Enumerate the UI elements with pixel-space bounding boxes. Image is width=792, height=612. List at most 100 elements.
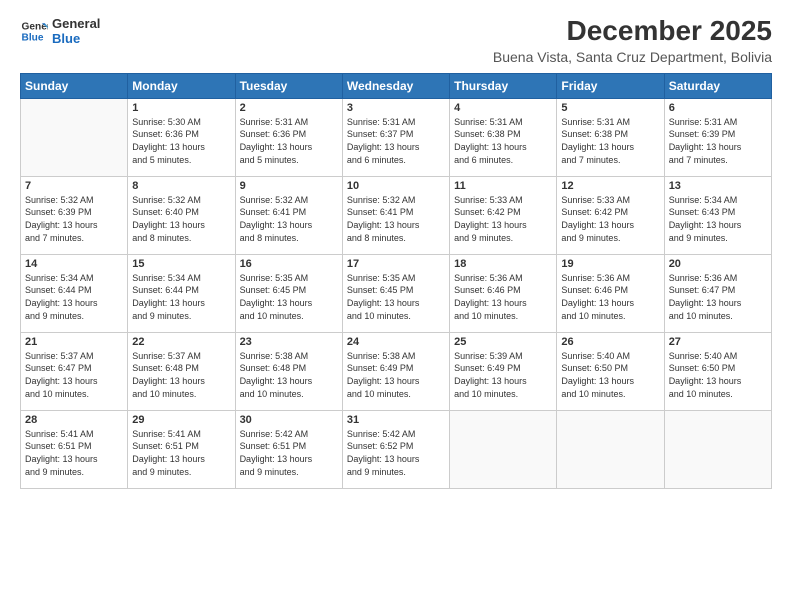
calendar-cell: 28Sunrise: 5:41 AMSunset: 6:51 PMDayligh…	[21, 410, 128, 488]
day-info: Sunrise: 5:35 AMSunset: 6:45 PMDaylight:…	[347, 272, 445, 322]
calendar-cell: 2 Sunrise: 5:31 AMSunset: 6:36 PMDaylight…	[235, 98, 342, 176]
calendar-cell: 5 Sunrise: 5:31 AMSunset: 6:38 PMDaylight…	[557, 98, 664, 176]
day-number: 5	[561, 102, 659, 114]
calendar-cell: 11Sunrise: 5:33 AMSunset: 6:42 PMDayligh…	[450, 176, 557, 254]
day-number: 23	[240, 336, 338, 348]
logo-icon: General Blue	[20, 17, 48, 45]
day-number: 2	[240, 102, 338, 114]
day-number: 15	[132, 258, 230, 270]
day-info: Sunrise: 5:42 AMSunset: 6:52 PMDaylight:…	[347, 428, 445, 478]
day-number: 13	[669, 180, 767, 192]
calendar-cell: 8 Sunrise: 5:32 AMSunset: 6:40 PMDaylight…	[128, 176, 235, 254]
calendar-cell: 13 Sunrise: 5:34 AMSunset: 6:43 PMDayligh…	[664, 176, 771, 254]
calendar-cell: 29 Sunrise: 5:41 AMSunset: 6:51 PMDayligh…	[128, 410, 235, 488]
day-info: Sunrise: 5:36 AMSunset: 6:46 PMDaylight:…	[561, 272, 659, 322]
day-info: Sunrise: 5:40 AMSunset: 6:50 PMDaylight:…	[561, 350, 659, 400]
day-number: 21	[25, 336, 123, 348]
calendar-cell: 7Sunrise: 5:32 AMSunset: 6:39 PMDaylight…	[21, 176, 128, 254]
calendar-cell: 30 Sunrise: 5:42 AMSunset: 6:51 PMDayligh…	[235, 410, 342, 488]
weekday-header-thursday: Thursday	[450, 73, 557, 98]
weekday-header-sunday: Sunday	[21, 73, 128, 98]
calendar-cell: 18 Sunrise: 5:36 AMSunset: 6:46 PMDayligh…	[450, 254, 557, 332]
calendar-cell: 23 Sunrise: 5:38 AMSunset: 6:48 PMDayligh…	[235, 332, 342, 410]
calendar-cell: 27Sunrise: 5:40 AMSunset: 6:50 PMDayligh…	[664, 332, 771, 410]
day-info: Sunrise: 5:33 AMSunset: 6:42 PMDaylight:…	[561, 194, 659, 244]
day-number: 3	[347, 102, 445, 114]
weekday-header-saturday: Saturday	[664, 73, 771, 98]
day-info: Sunrise: 5:36 AMSunset: 6:46 PMDaylight:…	[454, 272, 552, 322]
subtitle: Buena Vista, Santa Cruz Department, Boli…	[493, 49, 772, 65]
calendar-cell: 17 Sunrise: 5:35 AMSunset: 6:45 PMDayligh…	[342, 254, 449, 332]
day-info: Sunrise: 5:42 AMSunset: 6:51 PMDaylight:…	[240, 428, 338, 478]
day-info: Sunrise: 5:30 AMSunset: 6:36 PMDaylight:…	[132, 116, 230, 166]
day-number: 18	[454, 258, 552, 270]
day-number: 26	[561, 336, 659, 348]
svg-text:Blue: Blue	[22, 32, 44, 43]
day-number: 24	[347, 336, 445, 348]
weekday-header-friday: Friday	[557, 73, 664, 98]
day-info: Sunrise: 5:39 AMSunset: 6:49 PMDaylight:…	[454, 350, 552, 400]
day-number: 31	[347, 414, 445, 426]
day-info: Sunrise: 5:37 AMSunset: 6:47 PMDaylight:…	[25, 350, 123, 400]
logo-general: General	[52, 16, 100, 31]
calendar-cell: 12Sunrise: 5:33 AMSunset: 6:42 PMDayligh…	[557, 176, 664, 254]
day-info: Sunrise: 5:32 AMSunset: 6:41 PMDaylight:…	[347, 194, 445, 244]
week-row-4: 28Sunrise: 5:41 AMSunset: 6:51 PMDayligh…	[21, 410, 772, 488]
day-info: Sunrise: 5:34 AMSunset: 6:44 PMDaylight:…	[25, 272, 123, 322]
week-row-3: 21 Sunrise: 5:37 AMSunset: 6:47 PMDayligh…	[21, 332, 772, 410]
calendar-cell: 21 Sunrise: 5:37 AMSunset: 6:47 PMDayligh…	[21, 332, 128, 410]
day-number: 6	[669, 102, 767, 114]
day-info: Sunrise: 5:35 AMSunset: 6:45 PMDaylight:…	[240, 272, 338, 322]
day-number: 20	[669, 258, 767, 270]
day-number: 25	[454, 336, 552, 348]
week-row-0: 1Sunrise: 5:30 AMSunset: 6:36 PMDaylight…	[21, 98, 772, 176]
day-number: 8	[132, 180, 230, 192]
day-number: 19	[561, 258, 659, 270]
calendar-cell: 14 Sunrise: 5:34 AMSunset: 6:44 PMDayligh…	[21, 254, 128, 332]
calendar-cell: 9Sunrise: 5:32 AMSunset: 6:41 PMDaylight…	[235, 176, 342, 254]
weekday-header-wednesday: Wednesday	[342, 73, 449, 98]
page: General Blue General Blue December 2025 …	[0, 0, 792, 612]
day-info: Sunrise: 5:36 AMSunset: 6:47 PMDaylight:…	[669, 272, 767, 322]
calendar-table: SundayMondayTuesdayWednesdayThursdayFrid…	[20, 73, 772, 489]
day-number: 16	[240, 258, 338, 270]
day-number: 4	[454, 102, 552, 114]
calendar-cell	[664, 410, 771, 488]
calendar-cell: 1Sunrise: 5:30 AMSunset: 6:36 PMDaylight…	[128, 98, 235, 176]
day-info: Sunrise: 5:34 AMSunset: 6:43 PMDaylight:…	[669, 194, 767, 244]
calendar-cell: 31 Sunrise: 5:42 AMSunset: 6:52 PMDayligh…	[342, 410, 449, 488]
header: General Blue General Blue December 2025 …	[20, 16, 772, 65]
day-info: Sunrise: 5:31 AMSunset: 6:37 PMDaylight:…	[347, 116, 445, 166]
day-number: 29	[132, 414, 230, 426]
week-row-1: 7Sunrise: 5:32 AMSunset: 6:39 PMDaylight…	[21, 176, 772, 254]
logo: General Blue General Blue	[20, 16, 100, 46]
title-area: December 2025 Buena Vista, Santa Cruz De…	[493, 16, 772, 65]
day-info: Sunrise: 5:32 AMSunset: 6:41 PMDaylight:…	[240, 194, 338, 244]
day-number: 17	[347, 258, 445, 270]
day-number: 14	[25, 258, 123, 270]
calendar-cell: 26 Sunrise: 5:40 AMSunset: 6:50 PMDayligh…	[557, 332, 664, 410]
day-info: Sunrise: 5:31 AMSunset: 6:38 PMDaylight:…	[454, 116, 552, 166]
weekday-header-monday: Monday	[128, 73, 235, 98]
day-info: Sunrise: 5:31 AMSunset: 6:36 PMDaylight:…	[240, 116, 338, 166]
day-info: Sunrise: 5:31 AMSunset: 6:38 PMDaylight:…	[561, 116, 659, 166]
day-info: Sunrise: 5:41 AMSunset: 6:51 PMDaylight:…	[132, 428, 230, 478]
calendar-cell: 22Sunrise: 5:37 AMSunset: 6:48 PMDayligh…	[128, 332, 235, 410]
calendar-cell	[21, 98, 128, 176]
day-info: Sunrise: 5:41 AMSunset: 6:51 PMDaylight:…	[25, 428, 123, 478]
main-title: December 2025	[493, 16, 772, 47]
logo-blue: Blue	[52, 31, 100, 46]
day-number: 11	[454, 180, 552, 192]
calendar-cell: 10Sunrise: 5:32 AMSunset: 6:41 PMDayligh…	[342, 176, 449, 254]
day-info: Sunrise: 5:32 AMSunset: 6:40 PMDaylight:…	[132, 194, 230, 244]
calendar-cell	[450, 410, 557, 488]
day-info: Sunrise: 5:34 AMSunset: 6:44 PMDaylight:…	[132, 272, 230, 322]
svg-text:General: General	[22, 21, 48, 32]
day-info: Sunrise: 5:38 AMSunset: 6:48 PMDaylight:…	[240, 350, 338, 400]
calendar-cell: 3 Sunrise: 5:31 AMSunset: 6:37 PMDaylight…	[342, 98, 449, 176]
day-number: 30	[240, 414, 338, 426]
week-row-2: 14 Sunrise: 5:34 AMSunset: 6:44 PMDayligh…	[21, 254, 772, 332]
calendar-cell: 20 Sunrise: 5:36 AMSunset: 6:47 PMDayligh…	[664, 254, 771, 332]
day-number: 22	[132, 336, 230, 348]
day-info: Sunrise: 5:31 AMSunset: 6:39 PMDaylight:…	[669, 116, 767, 166]
